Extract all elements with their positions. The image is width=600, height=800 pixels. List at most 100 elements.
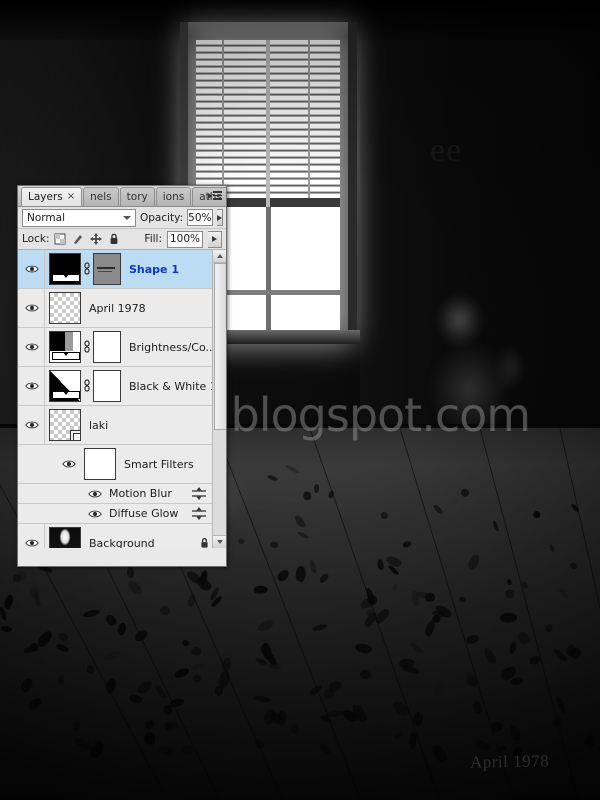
tab-history-label: tory xyxy=(126,191,148,203)
play-triangle-icon xyxy=(212,236,217,242)
layer-thumbnail-vector-mask[interactable] xyxy=(93,253,121,285)
opacity-value: 50% xyxy=(188,211,212,224)
link-icon[interactable] xyxy=(83,378,91,394)
layer-name-april-1978[interactable]: April 1978 xyxy=(89,302,146,315)
layer-thumbnails-laki[interactable] xyxy=(45,409,81,441)
tab-actions-label: ions xyxy=(162,191,185,203)
chain-link-icon xyxy=(84,379,90,392)
layers-panel[interactable]: Layers × nels tory ions aths Normal Opac… xyxy=(17,185,227,567)
tab-actions[interactable]: ions xyxy=(155,187,192,206)
eye-icon xyxy=(25,539,39,547)
opacity-slider-button[interactable] xyxy=(216,209,223,226)
layer-thumbnail-shape-fill[interactable] xyxy=(49,253,81,285)
visibility-toggle-background[interactable] xyxy=(20,524,45,548)
lock-icon-group[interactable] xyxy=(54,233,120,245)
background-lock-status xyxy=(199,537,210,548)
scroll-up-icon[interactable] xyxy=(213,250,226,263)
leaf xyxy=(532,510,540,518)
layer-row-brightness-contrast[interactable]: Brightness/Co... xyxy=(18,328,226,367)
lock-position-icon[interactable] xyxy=(90,233,103,245)
layer-thumbnails-black-and-white-1[interactable] xyxy=(45,370,121,402)
eye-icon[interactable] xyxy=(62,459,76,469)
tab-channels-label: nels xyxy=(90,191,112,203)
layer-thumbnails-april-1978[interactable] xyxy=(45,292,81,324)
scrollbar-thumb[interactable] xyxy=(214,263,226,430)
layer-thumbnail-mask[interactable] xyxy=(93,370,121,402)
layer-row-black-and-white-1[interactable]: Black & White 1 xyxy=(18,367,226,406)
tab-layers-label: Layers xyxy=(28,191,63,203)
lock-image-pixels-icon[interactable] xyxy=(72,233,84,245)
smart-filters-row[interactable]: Smart Filters xyxy=(18,445,226,484)
layer-name-laki[interactable]: laki xyxy=(89,419,108,432)
filter-row-motion-blur[interactable]: Motion Blur xyxy=(18,484,226,504)
link-icon[interactable] xyxy=(83,339,91,355)
layer-thumbnail-adjustment[interactable] xyxy=(49,331,81,363)
eye-icon[interactable] xyxy=(88,489,102,499)
filter-name-diffuse-glow[interactable]: Diffuse Glow xyxy=(109,507,178,520)
fill-input[interactable]: 100% xyxy=(167,230,203,248)
chain-link-icon xyxy=(84,262,90,275)
visibility-toggle-brightness-contrast[interactable] xyxy=(20,328,45,366)
lock-row[interactable]: Lock: Fill: 100% xyxy=(18,229,226,250)
layer-name-shape-1[interactable]: Shape 1 xyxy=(129,263,179,276)
window-mullion-vertical-lower xyxy=(266,207,271,332)
photo-date-caption: April 1978 xyxy=(469,751,550,772)
panel-menu-icon[interactable] xyxy=(206,187,224,204)
lock-label: Lock: xyxy=(22,233,50,245)
layer-row-april-1978[interactable]: April 1978 xyxy=(18,289,226,328)
lock-all-icon[interactable] xyxy=(108,233,120,245)
layer-list-scrollbar[interactable] xyxy=(212,250,226,548)
fill-slider-button[interactable] xyxy=(208,230,222,248)
layer-thumbnail-smart-object[interactable] xyxy=(49,409,81,441)
lock-transparent-pixels-icon[interactable] xyxy=(54,233,66,245)
layer-name-brightness-contrast[interactable]: Brightness/Co... xyxy=(129,341,216,354)
layer-thumbnails-background[interactable] xyxy=(45,527,81,548)
panel-tab-bar[interactable]: Layers × nels tory ions aths xyxy=(18,186,226,207)
layer-thumbnail-background-photo[interactable] xyxy=(49,527,81,548)
layer-thumbnails-brightness-contrast[interactable] xyxy=(45,331,121,363)
layer-thumbnails-shape-1[interactable] xyxy=(45,253,121,285)
layer-thumbnail-mask[interactable] xyxy=(93,331,121,363)
visibility-toggle-laki[interactable] xyxy=(20,406,45,444)
visibility-toggle-april-1978[interactable] xyxy=(20,289,45,327)
window-jamb-right xyxy=(348,22,357,334)
layer-list[interactable]: Shape 1 April 1978 Brightness/Co... Blac… xyxy=(18,250,226,548)
tab-history[interactable]: tory xyxy=(119,187,155,206)
window-header xyxy=(180,22,356,38)
smart-filters-label: Smart Filters xyxy=(124,457,194,471)
layer-thumbnail-transparent[interactable] xyxy=(49,292,81,324)
eye-icon[interactable] xyxy=(88,509,102,519)
filter-name-motion-blur[interactable]: Motion Blur xyxy=(109,487,172,500)
scroll-down-icon[interactable] xyxy=(213,535,226,548)
eye-icon xyxy=(25,421,39,429)
visibility-toggle-shape-1[interactable] xyxy=(20,250,45,288)
tab-layers[interactable]: Layers × xyxy=(21,187,83,206)
filter-settings-icon[interactable] xyxy=(192,507,206,520)
eye-icon xyxy=(25,343,39,351)
layer-row-background[interactable]: Background xyxy=(18,524,226,548)
link-icon[interactable] xyxy=(83,261,91,277)
visibility-toggle-black-and-white-1[interactable] xyxy=(20,367,45,405)
fill-label: Fill: xyxy=(144,233,162,245)
blend-mode-row[interactable]: Normal Opacity: 50% xyxy=(18,207,226,229)
filter-settings-icon[interactable] xyxy=(192,487,206,500)
layer-name-background[interactable]: Background xyxy=(89,537,155,549)
fill-value: 100% xyxy=(169,233,201,245)
filter-row-diffuse-glow[interactable]: Diffuse Glow xyxy=(18,504,226,524)
close-icon[interactable]: × xyxy=(67,188,75,206)
layer-thumbnail-adjustment[interactable] xyxy=(49,370,81,402)
chevron-down-icon xyxy=(123,215,131,220)
smart-filters-mask-thumbnail[interactable] xyxy=(84,448,116,480)
chain-link-icon xyxy=(84,340,90,353)
tab-channels[interactable]: nels xyxy=(83,187,119,206)
lock-icon xyxy=(201,538,208,548)
opacity-input[interactable]: 50% xyxy=(187,209,213,226)
blend-mode-select[interactable]: Normal xyxy=(22,208,136,227)
leaf xyxy=(126,566,135,579)
play-triangle-icon xyxy=(216,214,222,221)
eye-icon xyxy=(25,304,39,312)
layer-name-black-and-white-1[interactable]: Black & White 1 xyxy=(129,380,217,393)
layer-row-shape-1[interactable]: Shape 1 xyxy=(18,250,226,289)
layer-row-laki[interactable]: laki xyxy=(18,406,226,445)
blend-mode-value: Normal xyxy=(27,211,65,224)
